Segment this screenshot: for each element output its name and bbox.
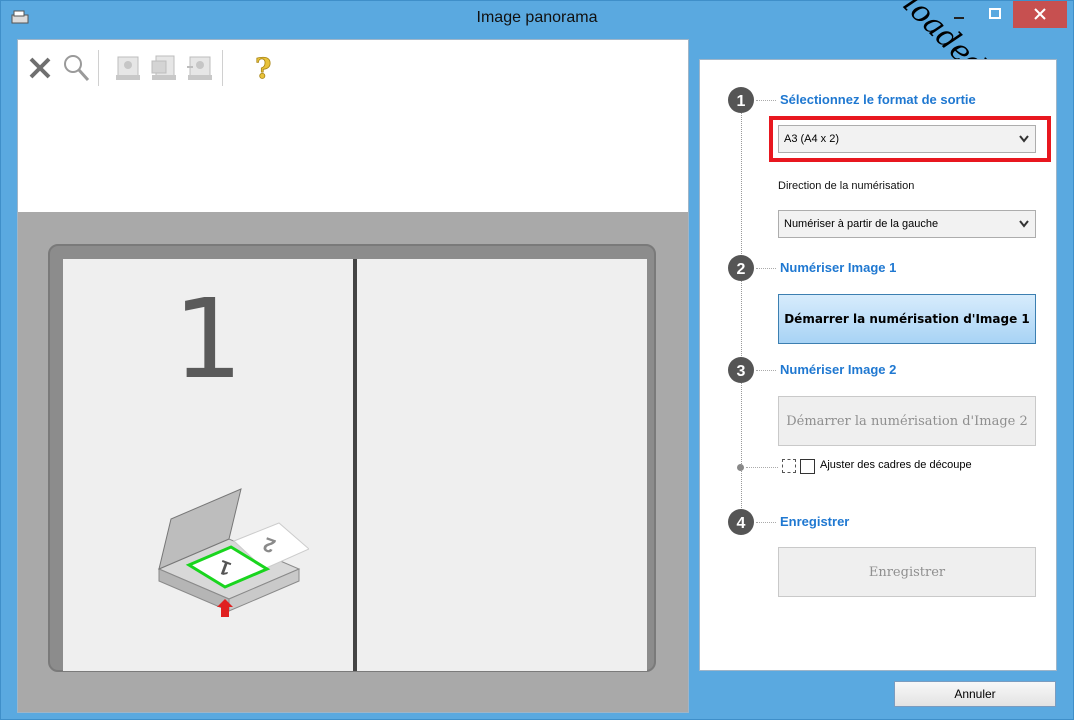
step-4-badge-icon: 4 [728, 509, 754, 535]
help-button[interactable]: ? [246, 48, 282, 88]
scanner-image-icon-3 [187, 56, 212, 80]
help-icon: ? [255, 52, 272, 84]
step-connector [756, 268, 776, 269]
zoom-button[interactable] [58, 48, 94, 88]
svg-text:?: ? [255, 52, 271, 84]
timeline-line [741, 98, 742, 518]
step-connector [756, 522, 776, 523]
maximize-button[interactable] [977, 1, 1013, 28]
scanner-image-button-3[interactable] [182, 48, 218, 88]
zoom-icon [64, 55, 90, 82]
panorama-canvas: 1 2 1 [18, 212, 688, 712]
close-icon [1034, 8, 1046, 20]
toolbar-separator [98, 50, 99, 86]
scanner-image-icon-2 [151, 55, 176, 80]
step-connector [756, 370, 776, 371]
close-x-icon [29, 57, 51, 79]
highlight-annotation [769, 116, 1051, 162]
svg-text:2: 2 [737, 261, 746, 278]
svg-text:4: 4 [737, 515, 746, 532]
close-button[interactable] [1013, 1, 1067, 28]
scan-frame: 1 2 1 [48, 244, 656, 672]
step-1-title: Sélectionnez le format de sortie [780, 92, 976, 107]
maximize-icon [989, 8, 1001, 19]
minimize-icon [954, 17, 964, 19]
chevron-down-icon [1019, 220, 1029, 228]
scan-image-2-button[interactable]: Démarrer la numérisation d'Image 2 [778, 396, 1036, 446]
app-window: Image panorama loaded from [0, 0, 1074, 720]
scan-direction-select[interactable]: Numériser à partir de la gauche [778, 210, 1036, 238]
step-4-title: Enregistrer [780, 514, 850, 529]
thumbnail-area [18, 92, 688, 210]
image-slot-2[interactable] [357, 259, 647, 671]
step-connector [746, 467, 778, 468]
toolbar-separator [222, 50, 223, 86]
scan-image-1-button[interactable]: Démarrer la numérisation d'Image 1 [778, 294, 1036, 344]
step-1-badge-icon: 1 [728, 87, 754, 113]
image-slot-1[interactable]: 1 2 1 [63, 259, 353, 671]
step-2-badge-icon: 2 [728, 255, 754, 281]
scanner-image-icon-1 [116, 56, 140, 80]
scanner-illustration: 2 1 [157, 488, 309, 617]
step-2-title: Numériser Image 1 [780, 260, 897, 275]
toolbar: ? [18, 40, 688, 92]
page-number: 1 [173, 275, 243, 403]
svg-text:1: 1 [737, 93, 746, 110]
crop-frames-checkbox[interactable] [800, 459, 815, 474]
window-title: Image panorama [476, 9, 598, 26]
scan-direction-value: Numériser à partir de la gauche [784, 218, 939, 230]
preview-panel: ? 1 2 1 [17, 39, 689, 713]
minimize-button[interactable] [941, 1, 977, 28]
scanner-image-button-2[interactable] [146, 48, 182, 88]
crop-frames-label: Ajuster des cadres de découpe [820, 459, 972, 471]
step-connector [756, 100, 776, 101]
delete-button[interactable] [22, 48, 58, 88]
svg-text:3: 3 [737, 363, 746, 380]
save-button[interactable]: Enregistrer [778, 547, 1036, 597]
timeline-dot [737, 464, 744, 471]
title-bar[interactable]: Image panorama loaded from [1, 0, 1073, 141]
cancel-button[interactable]: Annuler [894, 681, 1056, 707]
scanner-image-button-1[interactable] [110, 48, 146, 88]
step-3-badge-icon: 3 [728, 357, 754, 383]
step-3-title: Numériser Image 2 [780, 362, 897, 377]
scan-direction-label: Direction de la numérisation [778, 180, 915, 192]
crop-frame-icon [782, 459, 796, 473]
settings-panel: 1 Sélectionnez le format de sortie A3 (A… [699, 59, 1057, 671]
